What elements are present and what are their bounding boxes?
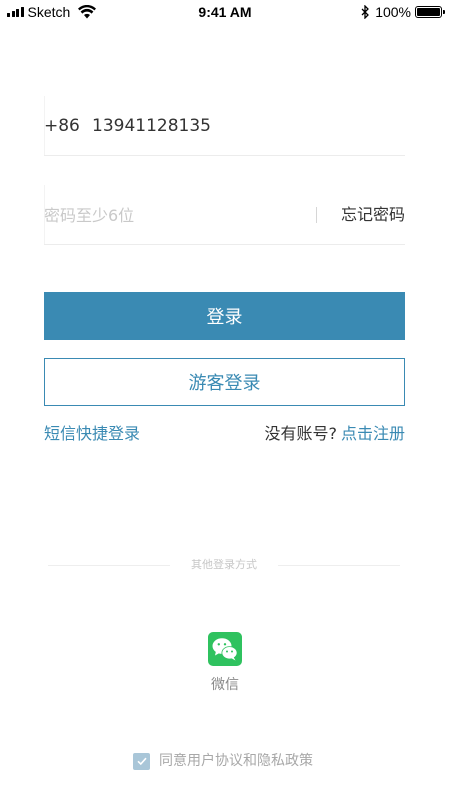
battery-fill	[417, 8, 440, 16]
phone-field: +86	[44, 96, 405, 156]
password-input[interactable]	[44, 203, 304, 227]
agreement-text[interactable]: 同意用户协议和隐私政策	[159, 751, 313, 771]
other-login-divider: 其他登录方式	[48, 556, 400, 574]
divider-line-right	[278, 565, 400, 566]
forgot-password-link[interactable]: 忘记密码	[341, 205, 405, 225]
guest-login-button[interactable]: 游客登录	[44, 358, 405, 406]
agreement-checkbox[interactable]	[133, 752, 150, 770]
status-bar: Sketch 9:41 AM 100%	[0, 0, 450, 24]
battery-percent: 100%	[375, 4, 411, 20]
phone-input[interactable]	[92, 114, 392, 138]
register-link[interactable]: 点击注册	[341, 424, 405, 443]
checkmark-icon	[136, 757, 147, 766]
battery-icon	[415, 6, 445, 18]
bluetooth-icon	[361, 5, 370, 19]
wechat-login-button[interactable]: 微信	[196, 632, 254, 694]
sms-login-link[interactable]: 短信快捷登录	[44, 423, 140, 445]
agreement-row: 同意用户协议和隐私政策	[133, 751, 313, 771]
wechat-label: 微信	[211, 677, 239, 693]
field-divider	[316, 207, 317, 223]
login-button[interactable]: 登录	[44, 292, 405, 340]
password-field: 忘记密码	[44, 185, 405, 245]
country-code[interactable]: +86	[44, 116, 80, 136]
no-account-text: 没有账号?	[264, 424, 337, 443]
wechat-icon	[208, 632, 242, 666]
status-bar-right: 100%	[361, 4, 445, 20]
register-row: 没有账号? 点击注册	[264, 423, 405, 445]
